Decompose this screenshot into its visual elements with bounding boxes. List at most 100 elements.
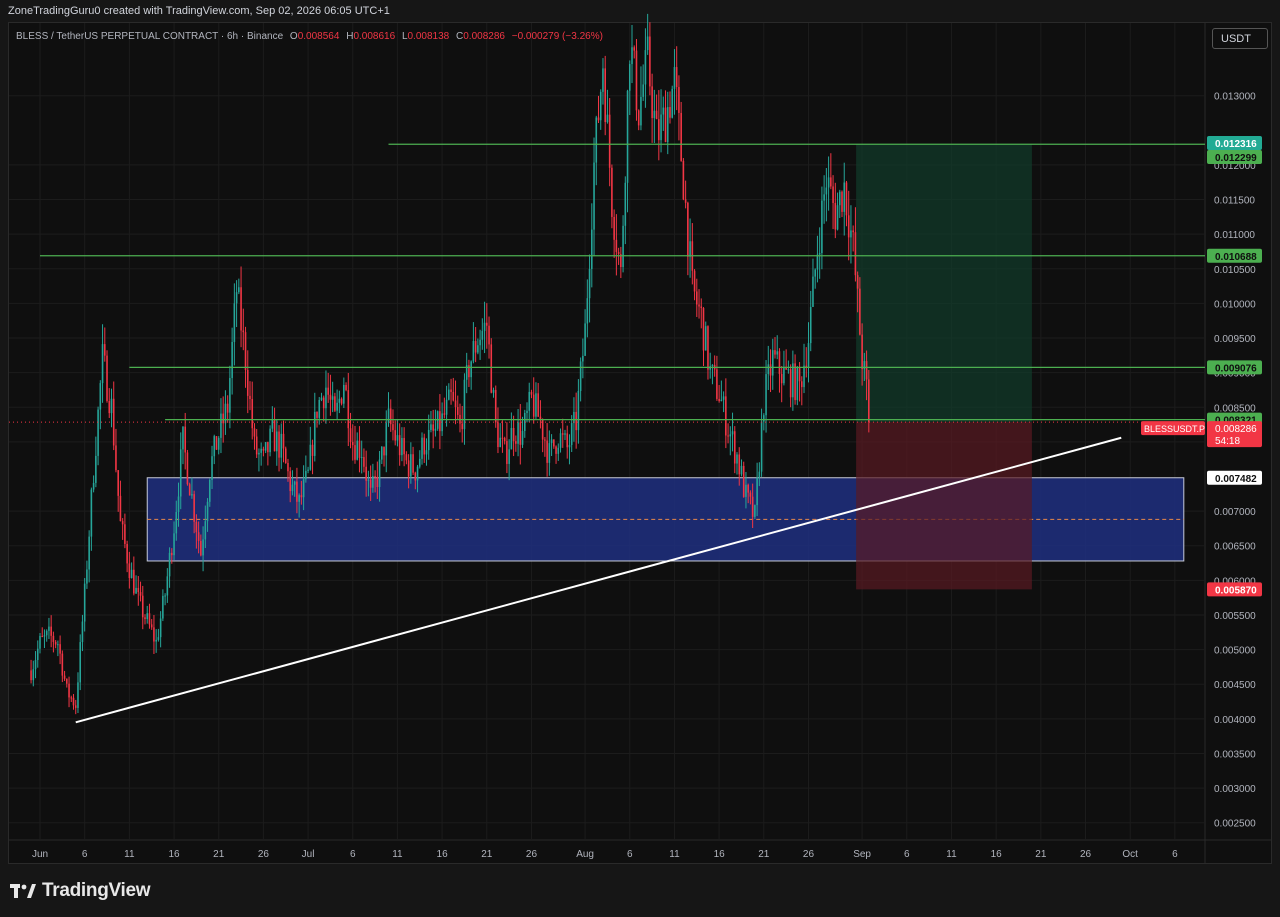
price-axis: 0.0130000.0120000.0115000.0110000.010500… xyxy=(1214,92,1256,830)
candle-body xyxy=(115,445,117,471)
candle-body xyxy=(599,91,602,121)
time-tick-label: 11 xyxy=(669,849,680,860)
candle-body xyxy=(108,401,111,414)
candle-body xyxy=(830,177,832,187)
symbol-legend: BLESS / TetherUS PERPETUAL CONTRACT · 6h… xyxy=(16,31,603,42)
candle-body xyxy=(331,396,334,400)
candle-body xyxy=(535,393,537,417)
candle-body xyxy=(258,452,260,455)
candle-body xyxy=(751,496,754,517)
candle-body xyxy=(188,484,191,496)
candle-body xyxy=(137,587,140,593)
candle-body xyxy=(159,618,162,638)
candle-body xyxy=(841,191,843,212)
candle-body xyxy=(374,476,376,478)
candle-body xyxy=(222,413,224,424)
candle-body xyxy=(217,437,220,450)
candle-body xyxy=(649,36,651,87)
candle-body xyxy=(416,466,419,481)
candle-body xyxy=(515,441,517,444)
candle-body xyxy=(481,330,484,340)
candle-body xyxy=(318,399,321,418)
time-axis: Jun 6 11 16 21 26 Jul 6 11 16 21 26 Aug 6 11 16 21 26 Sep 6… xyxy=(32,849,1178,860)
candle-body xyxy=(329,394,332,400)
time-tick-label: 21 xyxy=(758,849,770,860)
candle-body xyxy=(615,239,618,252)
time-tick-label: 21 xyxy=(481,849,493,860)
candle-body xyxy=(141,595,144,618)
candle-body xyxy=(646,36,649,51)
candle-body xyxy=(821,200,823,254)
candle-body xyxy=(479,339,481,346)
time-tick-label: 16 xyxy=(714,849,726,860)
candle-body xyxy=(622,225,624,268)
candle-body xyxy=(287,463,289,472)
candle-body xyxy=(716,369,718,399)
time-tick-label: 6 xyxy=(904,849,910,860)
candle-body xyxy=(153,627,155,642)
candle-body xyxy=(809,306,812,344)
price-tick-label: 0.003500 xyxy=(1214,749,1256,760)
candle-body xyxy=(103,344,106,356)
candle-body xyxy=(642,84,644,97)
candle-body xyxy=(754,505,756,517)
candle-body xyxy=(340,398,343,404)
candle-body xyxy=(262,448,265,451)
candle-body xyxy=(474,341,477,353)
candle-body xyxy=(168,552,171,577)
candle-body xyxy=(800,381,803,388)
level-price-label: 0.012299 xyxy=(1207,150,1262,165)
candle-body xyxy=(86,569,88,584)
candle-body xyxy=(711,364,714,367)
candle-body xyxy=(577,390,580,431)
candle-body xyxy=(99,383,102,410)
candle-body xyxy=(626,90,629,183)
footer xyxy=(0,864,1280,917)
candle-body xyxy=(166,576,169,596)
currency-selector-button[interactable]: USDT xyxy=(1212,28,1268,49)
price-tick-label: 0.005500 xyxy=(1214,611,1256,622)
price-tick-label: 0.013000 xyxy=(1214,92,1256,103)
candle-body xyxy=(633,47,636,51)
candle-body xyxy=(302,479,305,498)
candle-body xyxy=(700,306,703,309)
candle-body xyxy=(707,326,709,370)
candle-body xyxy=(213,436,216,457)
candle-body xyxy=(48,626,50,631)
candle-body xyxy=(780,373,783,384)
tradingview-logo[interactable]: TradingView xyxy=(10,880,151,902)
candle-body xyxy=(508,449,510,464)
price-label-text: 0.012316 xyxy=(1215,139,1257,150)
candle-body xyxy=(497,422,499,448)
price-tick-label: 0.002500 xyxy=(1214,819,1256,830)
candle-body xyxy=(555,446,557,454)
candle-body xyxy=(678,87,680,113)
candle-body xyxy=(669,107,671,118)
candle-body xyxy=(725,396,727,436)
candle-body xyxy=(309,444,312,470)
candle-body xyxy=(738,454,741,475)
price-tick-label: 0.008500 xyxy=(1214,403,1256,414)
symbol-title[interactable]: BLESS / TetherUS PERPETUAL CONTRACT · 6h… xyxy=(16,31,283,42)
candle-body xyxy=(226,403,229,413)
candle-body xyxy=(146,613,149,620)
candle-body xyxy=(365,466,367,481)
candle-body xyxy=(506,441,508,464)
candle-body xyxy=(155,639,157,642)
candle-body xyxy=(244,332,247,370)
candle-body xyxy=(573,411,575,424)
candle-body xyxy=(445,399,448,415)
candle-body xyxy=(783,366,785,384)
candle-body xyxy=(758,471,761,478)
candle-body xyxy=(731,431,734,435)
price-chart[interactable]: 0.0130000.0120000.0115000.0110000.010500… xyxy=(0,0,1280,917)
candle-body xyxy=(242,330,245,333)
candle-body xyxy=(407,460,410,477)
candle-body xyxy=(807,343,810,368)
low-value: 0.008138 xyxy=(407,31,450,42)
candle-body xyxy=(117,470,119,496)
price-tick-label: 0.007000 xyxy=(1214,507,1256,518)
candle-body xyxy=(195,521,198,533)
candle-body xyxy=(66,678,68,684)
candle-body xyxy=(660,114,662,141)
